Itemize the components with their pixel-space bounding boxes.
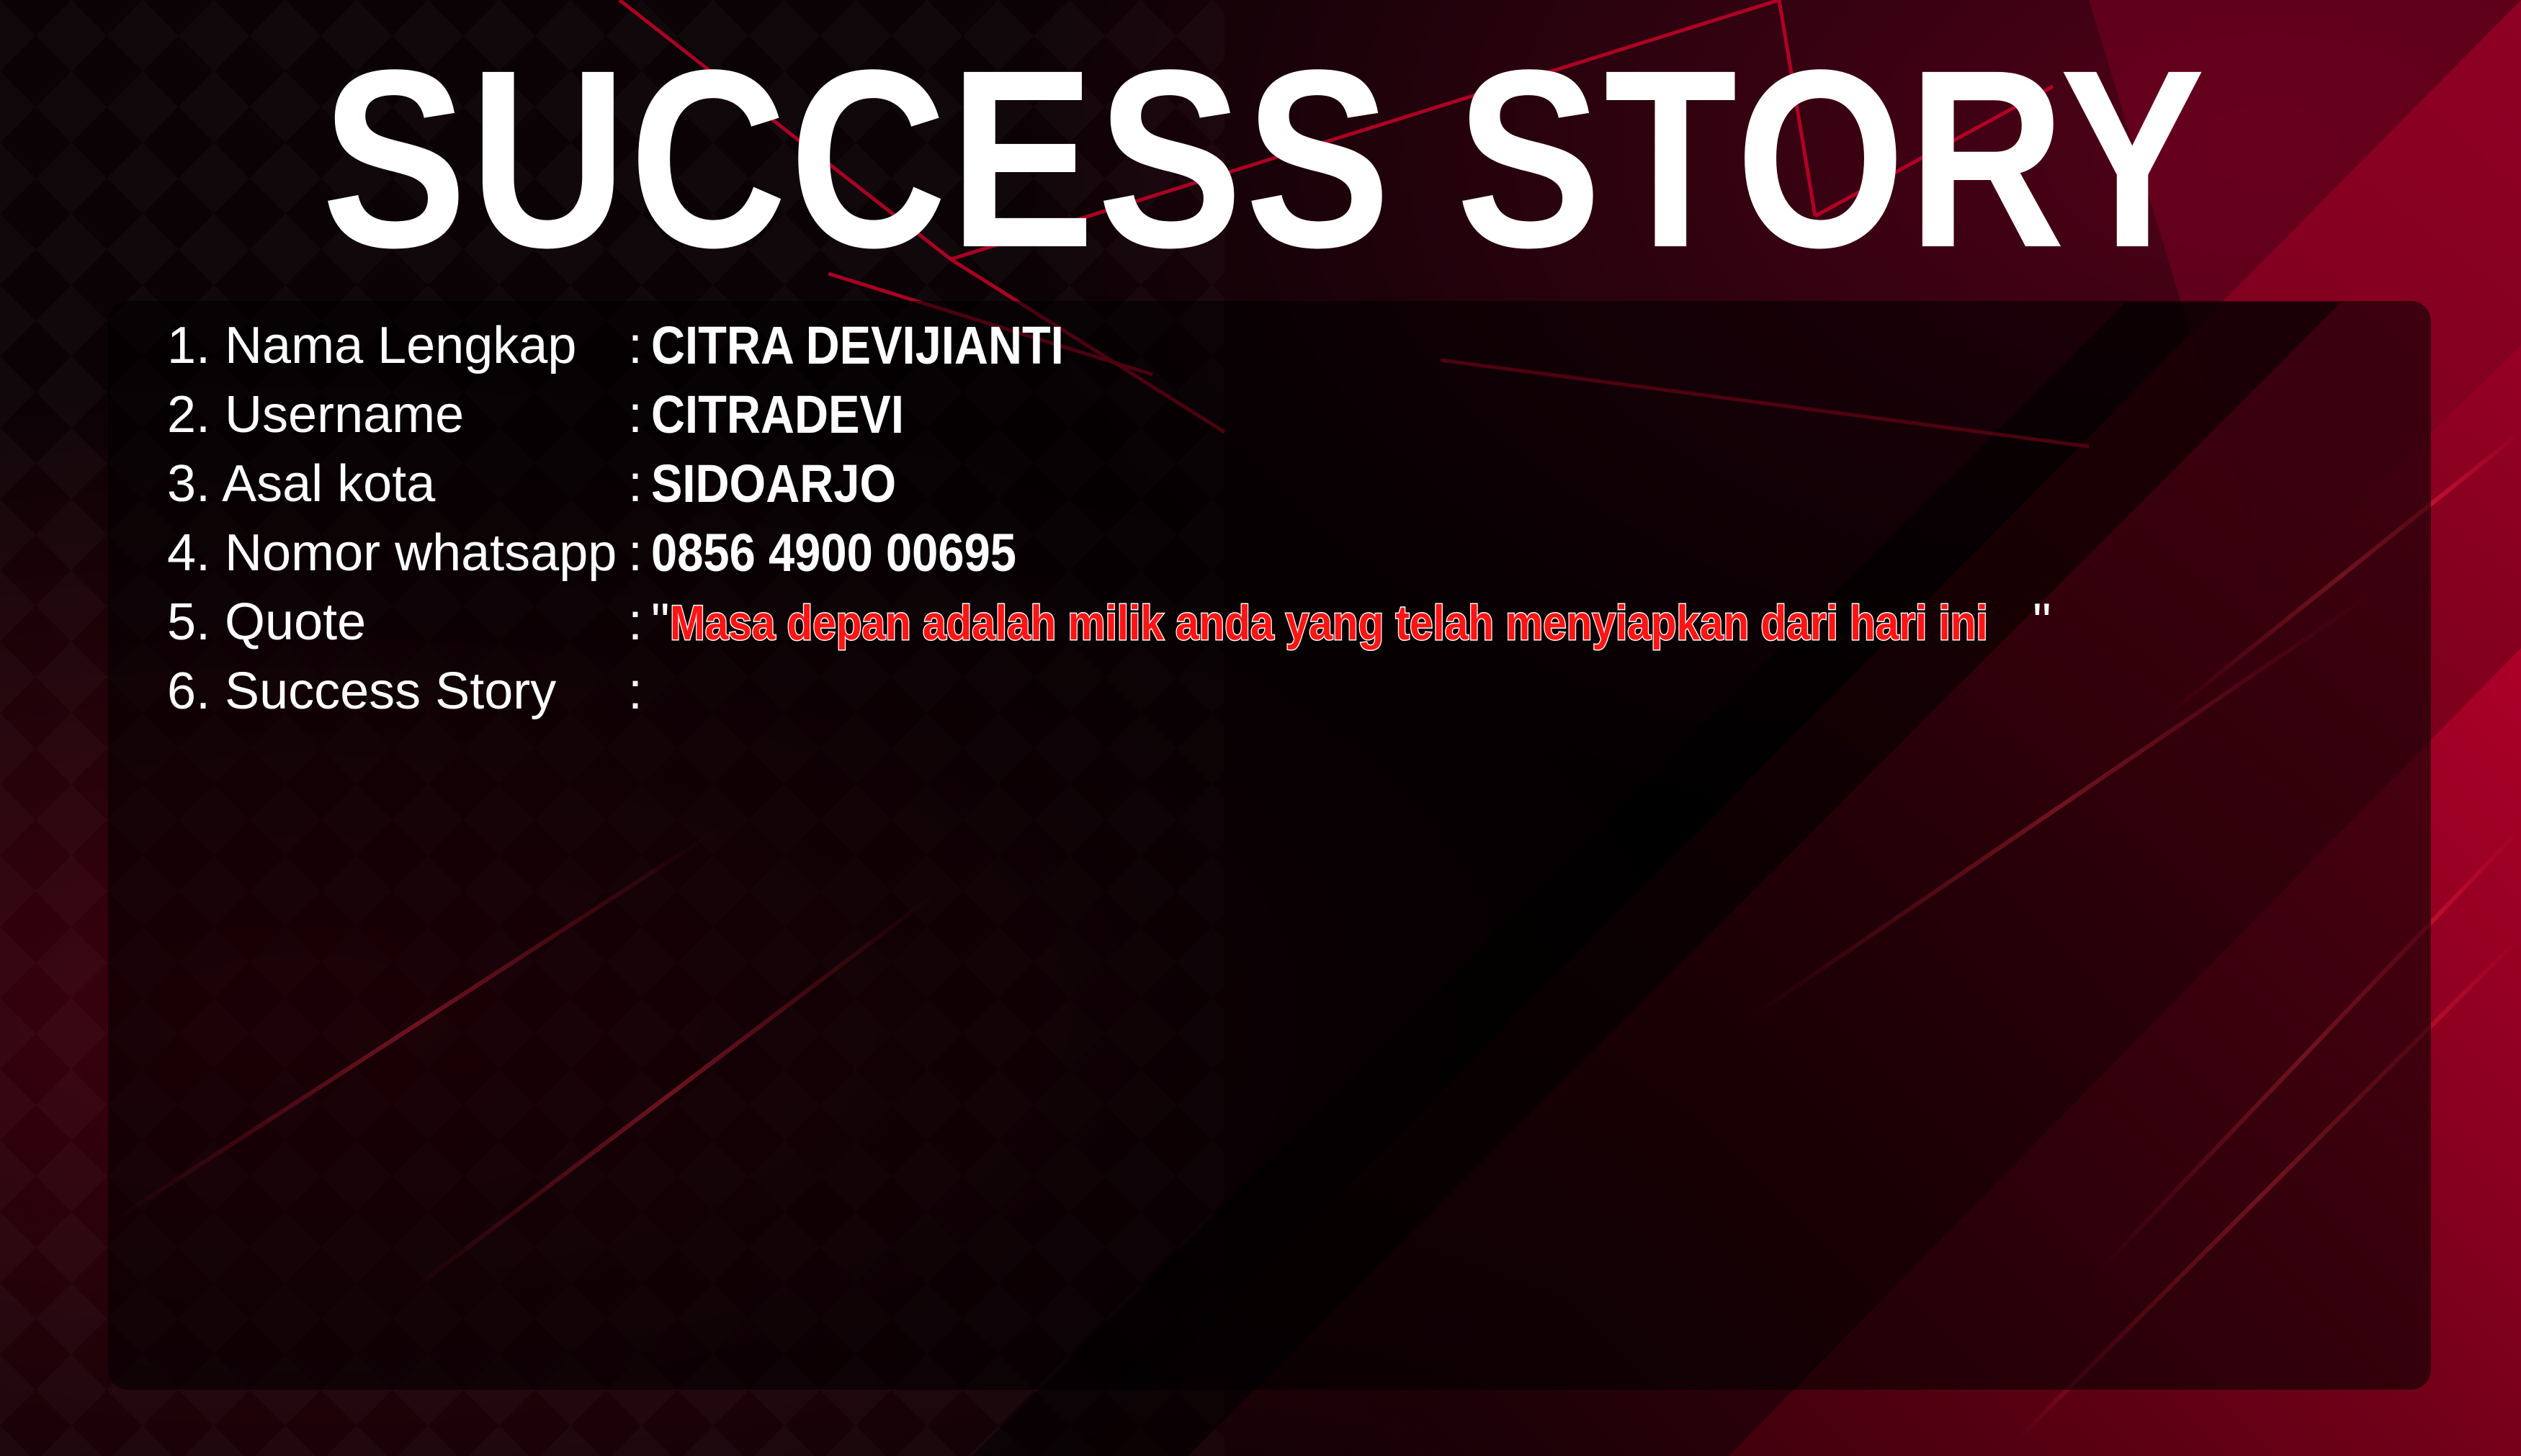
field-value-full-name: CITRA DEVIJIANTI [651, 315, 1064, 375]
field-value-username: CITRADEVI [651, 385, 904, 444]
quote-text: Masa depan adalah milik anda yang telah … [668, 595, 1988, 652]
field-value-city: SIDOARJO [651, 454, 897, 513]
field-separator: : [628, 593, 643, 651]
content-panel [108, 301, 2431, 1390]
page-title: SUCCESS STORY [321, 17, 2208, 300]
field-label: 5. Quote [167, 593, 367, 651]
field-separator: : [628, 524, 643, 582]
quote-close-mark: " [2018, 593, 2051, 651]
field-label: 1. Nama Lengkap [167, 317, 577, 374]
quote-open-mark: " [651, 593, 670, 651]
field-value-quote: "Masa depan adalah milik anda yang telah… [651, 588, 2051, 657]
success-story-card: SUCCESS STORY 1. Nama Lengkap : CITRA DE… [0, 0, 2521, 1456]
field-separator: : [628, 662, 643, 720]
field-label: 3. Asal kota [167, 455, 436, 513]
field-label: 2. Username [167, 386, 465, 444]
field-label: 6. Success Story [167, 662, 557, 720]
field-separator: : [628, 455, 643, 513]
field-label: 4. Nomor whatsapp [167, 524, 617, 582]
field-separator: : [628, 317, 643, 374]
field-value-whatsapp: 0856 4900 00695 [651, 523, 1017, 583]
field-separator: : [628, 386, 643, 444]
